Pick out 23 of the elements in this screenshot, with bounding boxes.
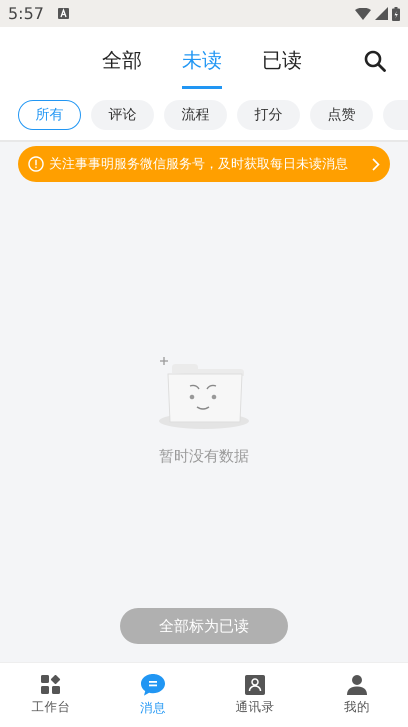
tab[interactable]: 全部	[102, 33, 142, 89]
person-icon	[347, 674, 367, 694]
info-icon	[28, 156, 44, 172]
banner-text: 关注事事明服务微信服务号，及时获取每日未读消息	[49, 156, 349, 173]
chevron-right-icon	[372, 158, 380, 170]
nav-item[interactable]: 通讯录	[204, 663, 306, 727]
filter-chip[interactable]: 评论	[91, 100, 154, 130]
grid-icon	[41, 674, 61, 694]
nav-item[interactable]: 工作台	[0, 663, 102, 727]
battery-icon	[392, 6, 400, 20]
contact-card-icon	[245, 674, 265, 694]
signal-icon	[375, 7, 388, 20]
status-time: 5:57	[8, 4, 44, 23]
wifi-icon	[355, 8, 371, 20]
filter-chip[interactable]: 流程	[164, 100, 227, 130]
tab[interactable]: 已读	[262, 33, 302, 89]
nav-item[interactable]: 我的	[306, 663, 408, 727]
filter-chip[interactable]: 点赞	[310, 100, 373, 130]
chat-icon	[141, 674, 165, 696]
keyboard-notification-icon	[58, 8, 69, 19]
filter-chip[interactable]: 打分	[237, 100, 300, 130]
empty-state-text: 暂时没有数据	[159, 446, 249, 466]
search-icon[interactable]	[364, 50, 386, 72]
